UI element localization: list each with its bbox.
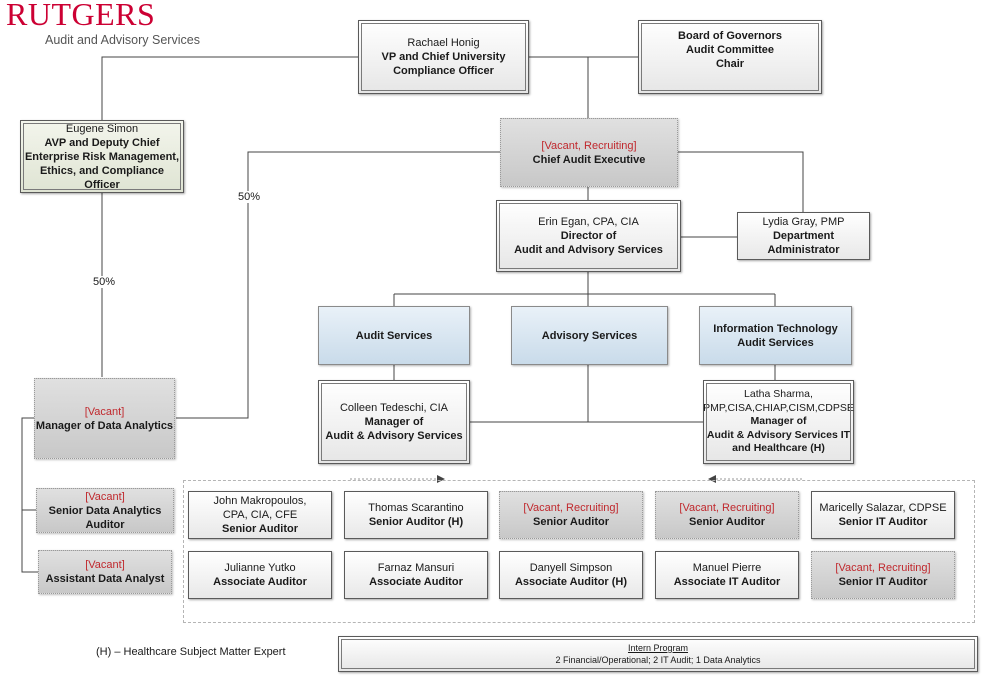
- staff-name-2: CPA, CIA, CFE: [222, 509, 298, 521]
- connector-cae-admin: [678, 151, 804, 212]
- da-senior-status: [Vacant]: [85, 490, 125, 503]
- staff-card[interactable]: Thomas Scarantino Senior Auditor (H): [344, 491, 488, 539]
- manager-it-name-1: Latha Sharma,: [744, 388, 813, 401]
- manager-audit-title-2: Audit & Advisory Services: [325, 430, 463, 442]
- staff-title: Senior Auditor: [533, 516, 609, 528]
- staff-name: Farnaz Mansuri: [377, 562, 455, 574]
- staff-status: [Vacant, Recruiting]: [679, 502, 775, 514]
- rutgers-logo: Rutgers: [6, 0, 156, 32]
- cae-link-percent: 50%: [237, 191, 262, 203]
- manager-it-name-2: PMP,CISA,CHIAP,CISM,CDPSE: [703, 401, 854, 414]
- staff-title: Senior Auditor: [222, 523, 298, 535]
- connector-vp-deputy: [101, 56, 358, 120]
- vp-title-1: VP and Chief University: [381, 51, 506, 63]
- staff-title: Associate Auditor: [213, 576, 307, 588]
- staff-card[interactable]: Manuel Pierre Associate IT Auditor: [655, 551, 799, 599]
- vp-name: Rachael Honig: [407, 37, 480, 49]
- connector-cae-da: [176, 151, 500, 419]
- deputy-title-1: AVP and Deputy Chief: [44, 136, 160, 149]
- staff-card-vacant[interactable]: [Vacant, Recruiting] Senior Auditor: [655, 491, 799, 539]
- staff-card[interactable]: Maricelly Salazar, CDPSE Senior IT Audit…: [811, 491, 955, 539]
- vp-box[interactable]: Rachael Honig VP and Chief University Co…: [358, 20, 529, 94]
- deputy-title-3: Ethics, and Compliance Officer: [39, 164, 165, 191]
- department-label: Advisory Services: [541, 329, 638, 342]
- intern-title: Intern Program: [627, 643, 689, 653]
- da-assistant-status: [Vacant]: [85, 559, 125, 571]
- board-line-2: Audit Committee: [686, 44, 774, 56]
- cae-title: Chief Audit Executive: [532, 153, 646, 166]
- staff-title: Associate Auditor: [369, 576, 463, 588]
- director-box[interactable]: Erin Egan, CPA, CIA Director of Audit an…: [496, 200, 681, 272]
- board-line-3: Chair: [715, 58, 745, 70]
- deputy-box[interactable]: Eugene Simon AVP and Deputy Chief Enterp…: [20, 120, 184, 193]
- da-senior-box[interactable]: [Vacant] Senior Data Analytics Auditor: [36, 488, 174, 533]
- da-senior-title-2: Auditor: [85, 518, 125, 531]
- department-label: Audit Services: [355, 329, 433, 342]
- staff-name: Danyell Simpson: [529, 562, 613, 574]
- staff-status: [Vacant, Recruiting]: [835, 562, 931, 574]
- staff-title: Senior IT Auditor: [838, 576, 928, 588]
- board-box[interactable]: Board of Governors Audit Committee Chair: [638, 20, 822, 94]
- manager-audit-title-1: Manager of: [364, 416, 424, 428]
- da-manager-title: Manager of Data Analytics: [35, 419, 174, 432]
- da-assistant-box[interactable]: [Vacant] Assistant Data Analyst: [38, 550, 172, 594]
- vp-title-2: Compliance Officer: [393, 65, 494, 77]
- staff-card-vacant[interactable]: [Vacant, Recruiting] Senior IT Auditor: [811, 551, 955, 599]
- admin-title-2: Administrator: [767, 244, 840, 256]
- legend-healthcare: (H) – Healthcare Subject Matter Expert: [96, 646, 286, 658]
- staff-name: Thomas Scarantino: [368, 502, 464, 514]
- staff-title: Senior Auditor (H): [368, 516, 464, 528]
- department-label-2: Audit Services: [737, 336, 814, 349]
- department-it-audit-services[interactable]: Information Technology Audit Services: [699, 306, 852, 365]
- manager-audit-name: Colleen Tedeschi, CIA: [339, 402, 449, 414]
- staff-name: Maricelly Salazar, CDPSE: [819, 502, 947, 514]
- admin-box[interactable]: Lydia Gray, PMP Department Administrator: [737, 212, 870, 260]
- deputy-title-2: Enterprise Risk Management,: [24, 150, 180, 163]
- da-manager-box[interactable]: [Vacant] Manager of Data Analytics: [34, 378, 175, 459]
- da-assistant-title: Assistant Data Analyst: [45, 573, 165, 585]
- staff-title: Senior IT Auditor: [838, 516, 928, 528]
- cae-box[interactable]: [Vacant, Recruiting] Chief Audit Executi…: [500, 118, 678, 187]
- manager-audit-box[interactable]: Colleen Tedeschi, CIA Manager of Audit &…: [318, 380, 470, 464]
- da-manager-status: [Vacant]: [84, 405, 125, 418]
- staff-title: Associate IT Auditor: [673, 576, 781, 588]
- manager-it-title-3: and Healthcare (H): [732, 442, 825, 455]
- manager-it-title-1: Manager of: [750, 415, 807, 428]
- director-name: Erin Egan, CPA, CIA: [538, 216, 639, 228]
- department-label: Information Technology: [713, 322, 838, 335]
- deputy-link-percent: 50%: [92, 276, 117, 288]
- staff-name: Manuel Pierre: [692, 562, 762, 574]
- intern-detail: 2 Financial/Operational; 2 IT Audit; 1 D…: [555, 655, 761, 665]
- board-line-1: Board of Governors: [678, 30, 782, 42]
- deputy-name: Eugene Simon: [65, 122, 139, 135]
- staff-status: [Vacant, Recruiting]: [523, 502, 619, 514]
- staff-name: Julianne Yutko: [224, 562, 296, 574]
- manager-it-title-2: Audit & Advisory Services IT: [706, 428, 851, 441]
- da-senior-title-1: Senior Data Analytics: [48, 504, 162, 517]
- logo-subtitle: Audit and Advisory Services: [45, 33, 200, 47]
- director-title-2: Audit and Advisory Services: [514, 244, 663, 256]
- cae-status: [Vacant, Recruiting]: [541, 139, 637, 152]
- staff-card[interactable]: Farnaz Mansuri Associate Auditor: [344, 551, 488, 599]
- department-advisory-services[interactable]: Advisory Services: [511, 306, 668, 365]
- staff-card[interactable]: Danyell Simpson Associate Auditor (H): [499, 551, 643, 599]
- director-title-1: Director of: [560, 230, 617, 242]
- admin-name: Lydia Gray, PMP: [762, 216, 845, 228]
- department-audit-services[interactable]: Audit Services: [318, 306, 470, 365]
- staff-card[interactable]: John Makropoulos, CPA, CIA, CFE Senior A…: [188, 491, 332, 539]
- intern-program-box[interactable]: Intern Program 2 Financial/Operational; …: [338, 636, 978, 672]
- staff-card[interactable]: Julianne Yutko Associate Auditor: [188, 551, 332, 599]
- staff-title: Senior Auditor: [689, 516, 765, 528]
- manager-it-box[interactable]: Latha Sharma, PMP,CISA,CHIAP,CISM,CDPSE …: [703, 380, 854, 464]
- staff-title: Associate Auditor (H): [514, 576, 628, 588]
- admin-title-1: Department: [772, 230, 835, 242]
- staff-name: John Makropoulos,: [213, 495, 307, 507]
- staff-card-vacant[interactable]: [Vacant, Recruiting] Senior Auditor: [499, 491, 643, 539]
